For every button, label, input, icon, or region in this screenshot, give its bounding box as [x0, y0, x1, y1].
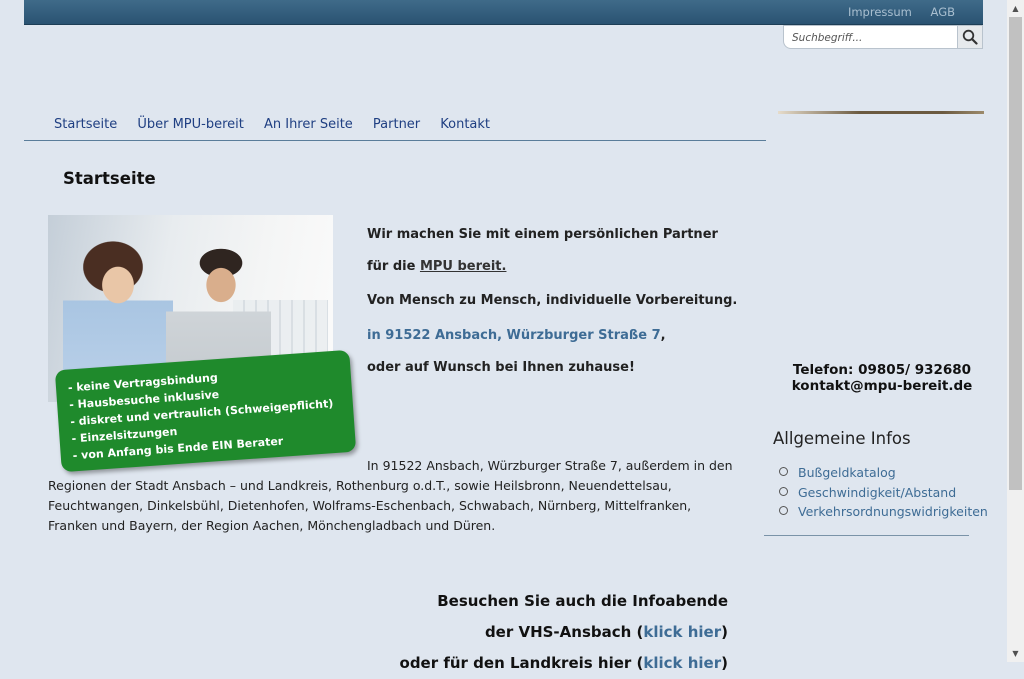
vhs-ansbach-link[interactable]: klick hier	[643, 623, 721, 641]
scroll-down-icon[interactable]: ▼	[1007, 645, 1024, 662]
scroll-up-icon[interactable]: ▲	[1007, 0, 1024, 17]
search-button[interactable]	[957, 26, 982, 48]
bullet-icon	[779, 506, 788, 515]
impressum-link[interactable]: Impressum	[848, 5, 912, 19]
intro-line: für die MPU bereit.	[367, 259, 507, 274]
phone-number: Telefon: 09805/ 932680	[792, 362, 972, 378]
top-links: Impressum AGB	[833, 5, 955, 19]
email-address: kontakt@mpu-bereit.de	[791, 378, 973, 394]
vhs-landkreis-link[interactable]: klick hier	[643, 654, 721, 672]
vertical-scrollbar[interactable]: ▲ ▼	[1007, 0, 1024, 662]
regions-rest: Regionen der Stadt Ansbach – und Landkre…	[48, 478, 692, 533]
decorative-line	[778, 111, 984, 114]
hero-image: - keine Vertragsbindung - Hausbesuche in…	[48, 215, 358, 473]
bullet-icon	[779, 467, 788, 476]
search-input[interactable]	[790, 29, 954, 47]
top-bar: Impressum AGB	[24, 0, 983, 25]
intro-line: Wir machen Sie mit einem persönlichen Pa…	[367, 227, 718, 242]
main-nav: Startseite Über MPU-bereit An Ihrer Seit…	[24, 113, 766, 141]
contact-info: Telefon: 09805/ 932680 kontakt@mpu-berei…	[780, 362, 984, 394]
intro-text: Wir machen Sie mit einem persönlichen Pa…	[367, 227, 747, 375]
intro-line: oder auf Wunsch bei Ihnen zuhause!	[367, 360, 635, 375]
nav-item-ueber[interactable]: Über MPU-bereit	[137, 117, 244, 132]
infos-heading: Allgemeine Infos	[773, 429, 911, 448]
scroll-thumb[interactable]	[1009, 17, 1022, 490]
intro-line: Von Mensch zu Mensch, individuelle Vorbe…	[367, 293, 738, 308]
mpu-bereit-link[interactable]: MPU bereit.	[420, 259, 507, 274]
nav-item-kontakt[interactable]: Kontakt	[440, 117, 490, 132]
search-box	[783, 25, 983, 49]
info-link-bussgeld[interactable]: Bußgeldkatalog	[779, 463, 988, 483]
nav-item-startseite[interactable]: Startseite	[54, 117, 117, 132]
vhs-line: der VHS-Ansbach (klick hier)	[484, 623, 728, 641]
benefits-badge: - keine Vertragsbindung - Hausbesuche in…	[54, 349, 357, 473]
intro-address: in 91522 Ansbach, Würzburger Straße 7,	[367, 328, 666, 343]
info-link-geschwindigkeit[interactable]: Geschwindigkeit/Abstand	[779, 483, 988, 503]
vhs-line: Besuchen Sie auch die Infoabende	[437, 592, 728, 610]
divider	[764, 535, 969, 536]
regions-first-line: In 91522 Ansbach, Würzburger Straße 7, a…	[367, 458, 733, 473]
info-link-verkehrsordnung[interactable]: Verkehrsordnungswidrigkeiten	[779, 502, 988, 522]
search-icon	[962, 29, 978, 45]
page-title: Startseite	[63, 169, 156, 188]
vhs-line: oder für den Landkreis hier (klick hier)	[399, 654, 728, 672]
vhs-info: Besuchen Sie auch die Infoabende der VHS…	[370, 586, 728, 679]
nav-item-partner[interactable]: Partner	[373, 117, 420, 132]
bullet-icon	[779, 486, 788, 496]
regions-text: In 91522 Ansbach, Würzburger Straße 7, a…	[48, 456, 738, 536]
agb-link[interactable]: AGB	[931, 5, 955, 19]
infos-list: Bußgeldkatalog Geschwindigkeit/Abstand V…	[779, 463, 988, 522]
nav-item-an-ihrer-seite[interactable]: An Ihrer Seite	[264, 117, 353, 132]
